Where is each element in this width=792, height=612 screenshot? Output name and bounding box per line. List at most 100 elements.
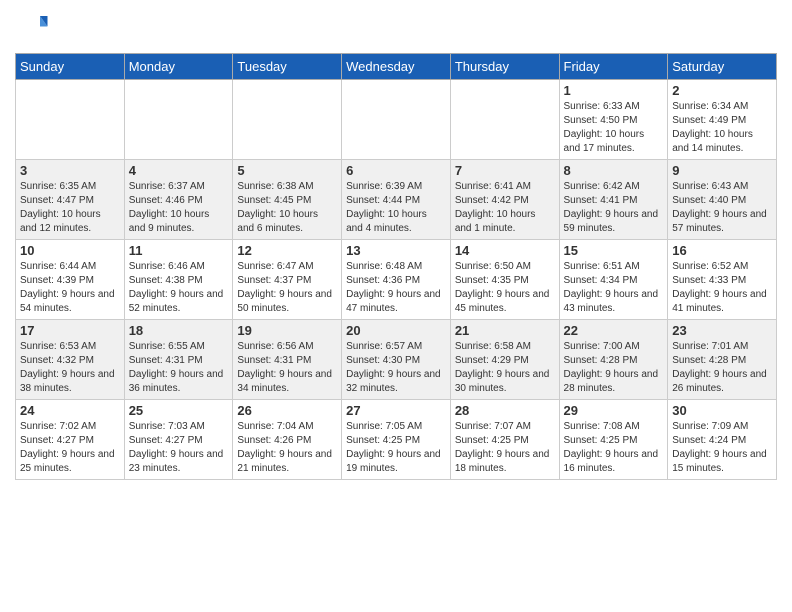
weekday-header: Wednesday	[342, 54, 451, 80]
calendar-cell: 10 Sunrise: 6:44 AM Sunset: 4:39 PM Dayli…	[16, 240, 125, 320]
calendar-cell: 5Sunrise: 6:38 AM Sunset: 4:45 PM Daylig…	[233, 160, 342, 240]
day-number: 8	[564, 163, 664, 178]
calendar-cell: 14 Sunrise: 6:50 AM Sunset: 4:35 PM Dayli…	[450, 240, 559, 320]
weekday-row: SundayMondayTuesdayWednesdayThursdayFrid…	[16, 54, 777, 80]
day-number: 26	[237, 403, 337, 418]
calendar-cell	[233, 80, 342, 160]
day-number: 28	[455, 403, 555, 418]
day-number: 4	[129, 163, 229, 178]
day-info: Sunrise: 6:35 AM Sunset: 4:47 PM Dayligh…	[20, 180, 120, 236]
calendar-row: 24 Sunrise: 7:02 AM Sunset: 4:27 PM Dayli…	[16, 400, 777, 480]
calendar-header: SundayMondayTuesdayWednesdayThursdayFrid…	[16, 54, 777, 80]
day-info: Sunrise: 7:09 AM Sunset: 4:24 PM Dayligh…	[672, 420, 772, 476]
calendar-row: 1 Sunrise: 6:33 AM Sunset: 4:50 PM Daylig…	[16, 80, 777, 160]
day-info: Sunrise: 7:03 AM Sunset: 4:27 PM Dayligh…	[129, 420, 229, 476]
day-info: Sunrise: 6:55 AM Sunset: 4:31 PM Dayligh…	[129, 340, 229, 396]
weekday-header: Sunday	[16, 54, 125, 80]
calendar-row: 3 Sunrise: 6:35 AM Sunset: 4:47 PM Daylig…	[16, 160, 777, 240]
day-info: Sunrise: 6:41 AM Sunset: 4:42 PM Dayligh…	[455, 180, 555, 236]
day-number: 29	[564, 403, 664, 418]
calendar-cell: 22 Sunrise: 7:00 AM Sunset: 4:28 PM Dayli…	[559, 320, 668, 400]
calendar-cell	[124, 80, 233, 160]
day-number: 15	[564, 243, 664, 258]
weekday-header: Friday	[559, 54, 668, 80]
day-info: Sunrise: 6:37 AM Sunset: 4:46 PM Dayligh…	[129, 180, 229, 236]
day-number: 9	[672, 163, 772, 178]
calendar-cell: 6 Sunrise: 6:39 AM Sunset: 4:44 PM Daylig…	[342, 160, 451, 240]
day-number: 13	[346, 243, 446, 258]
day-info: Sunrise: 6:56 AM Sunset: 4:31 PM Dayligh…	[237, 340, 337, 396]
day-info: Sunrise: 6:39 AM Sunset: 4:44 PM Dayligh…	[346, 180, 446, 236]
day-number: 30	[672, 403, 772, 418]
calendar-cell: 9Sunrise: 6:43 AM Sunset: 4:40 PM Daylig…	[668, 160, 777, 240]
day-number: 20	[346, 323, 446, 338]
calendar-cell	[342, 80, 451, 160]
day-info: Sunrise: 7:08 AM Sunset: 4:25 PM Dayligh…	[564, 420, 664, 476]
calendar-cell: 16Sunrise: 6:52 AM Sunset: 4:33 PM Dayli…	[668, 240, 777, 320]
day-number: 2	[672, 83, 772, 98]
day-info: Sunrise: 7:07 AM Sunset: 4:25 PM Dayligh…	[455, 420, 555, 476]
calendar-cell: 4 Sunrise: 6:37 AM Sunset: 4:46 PM Daylig…	[124, 160, 233, 240]
day-number: 22	[564, 323, 664, 338]
calendar-cell: 8Sunrise: 6:42 AM Sunset: 4:41 PM Daylig…	[559, 160, 668, 240]
day-number: 19	[237, 323, 337, 338]
day-info: Sunrise: 7:01 AM Sunset: 4:28 PM Dayligh…	[672, 340, 772, 396]
day-info: Sunrise: 6:53 AM Sunset: 4:32 PM Dayligh…	[20, 340, 120, 396]
calendar-cell: 17 Sunrise: 6:53 AM Sunset: 4:32 PM Dayli…	[16, 320, 125, 400]
logo-icon	[19, 10, 49, 40]
calendar-cell: 1 Sunrise: 6:33 AM Sunset: 4:50 PM Daylig…	[559, 80, 668, 160]
calendar-cell: 23 Sunrise: 7:01 AM Sunset: 4:28 PM Dayli…	[668, 320, 777, 400]
day-info: Sunrise: 6:48 AM Sunset: 4:36 PM Dayligh…	[346, 260, 446, 316]
day-info: Sunrise: 6:57 AM Sunset: 4:30 PM Dayligh…	[346, 340, 446, 396]
calendar-cell: 11Sunrise: 6:46 AM Sunset: 4:38 PM Dayli…	[124, 240, 233, 320]
day-number: 12	[237, 243, 337, 258]
day-info: Sunrise: 6:58 AM Sunset: 4:29 PM Dayligh…	[455, 340, 555, 396]
weekday-header: Monday	[124, 54, 233, 80]
day-info: Sunrise: 6:47 AM Sunset: 4:37 PM Dayligh…	[237, 260, 337, 316]
calendar-cell: 2 Sunrise: 6:34 AM Sunset: 4:49 PM Daylig…	[668, 80, 777, 160]
day-info: Sunrise: 6:51 AM Sunset: 4:34 PM Dayligh…	[564, 260, 664, 316]
header	[15, 10, 777, 45]
calendar-cell: 28 Sunrise: 7:07 AM Sunset: 4:25 PM Dayli…	[450, 400, 559, 480]
weekday-header: Thursday	[450, 54, 559, 80]
day-number: 14	[455, 243, 555, 258]
day-info: Sunrise: 6:46 AM Sunset: 4:38 PM Dayligh…	[129, 260, 229, 316]
calendar-cell: 19 Sunrise: 6:56 AM Sunset: 4:31 PM Dayli…	[233, 320, 342, 400]
calendar-cell: 15 Sunrise: 6:51 AM Sunset: 4:34 PM Dayli…	[559, 240, 668, 320]
day-number: 17	[20, 323, 120, 338]
day-info: Sunrise: 6:34 AM Sunset: 4:49 PM Dayligh…	[672, 100, 772, 156]
calendar-cell: 21Sunrise: 6:58 AM Sunset: 4:29 PM Dayli…	[450, 320, 559, 400]
calendar-cell: 12 Sunrise: 6:47 AM Sunset: 4:37 PM Dayli…	[233, 240, 342, 320]
day-info: Sunrise: 7:02 AM Sunset: 4:27 PM Dayligh…	[20, 420, 120, 476]
calendar-cell: 30 Sunrise: 7:09 AM Sunset: 4:24 PM Dayli…	[668, 400, 777, 480]
day-number: 3	[20, 163, 120, 178]
calendar-cell: 13 Sunrise: 6:48 AM Sunset: 4:36 PM Dayli…	[342, 240, 451, 320]
calendar-cell: 29 Sunrise: 7:08 AM Sunset: 4:25 PM Dayli…	[559, 400, 668, 480]
calendar-cell	[16, 80, 125, 160]
day-info: Sunrise: 7:05 AM Sunset: 4:25 PM Dayligh…	[346, 420, 446, 476]
calendar-cell: 18 Sunrise: 6:55 AM Sunset: 4:31 PM Dayli…	[124, 320, 233, 400]
day-number: 23	[672, 323, 772, 338]
day-number: 6	[346, 163, 446, 178]
day-info: Sunrise: 6:38 AM Sunset: 4:45 PM Dayligh…	[237, 180, 337, 236]
day-number: 24	[20, 403, 120, 418]
day-info: Sunrise: 7:04 AM Sunset: 4:26 PM Dayligh…	[237, 420, 337, 476]
calendar-cell	[450, 80, 559, 160]
calendar-cell: 25Sunrise: 7:03 AM Sunset: 4:27 PM Dayli…	[124, 400, 233, 480]
day-info: Sunrise: 6:50 AM Sunset: 4:35 PM Dayligh…	[455, 260, 555, 316]
calendar-cell: 27 Sunrise: 7:05 AM Sunset: 4:25 PM Dayli…	[342, 400, 451, 480]
day-number: 1	[564, 83, 664, 98]
day-info: Sunrise: 6:52 AM Sunset: 4:33 PM Dayligh…	[672, 260, 772, 316]
weekday-header: Tuesday	[233, 54, 342, 80]
day-number: 10	[20, 243, 120, 258]
day-info: Sunrise: 6:33 AM Sunset: 4:50 PM Dayligh…	[564, 100, 664, 156]
calendar-row: 17 Sunrise: 6:53 AM Sunset: 4:32 PM Dayli…	[16, 320, 777, 400]
day-info: Sunrise: 7:00 AM Sunset: 4:28 PM Dayligh…	[564, 340, 664, 396]
calendar-cell: 7Sunrise: 6:41 AM Sunset: 4:42 PM Daylig…	[450, 160, 559, 240]
day-number: 18	[129, 323, 229, 338]
calendar-table: SundayMondayTuesdayWednesdayThursdayFrid…	[15, 53, 777, 480]
day-number: 27	[346, 403, 446, 418]
calendar-body: 1 Sunrise: 6:33 AM Sunset: 4:50 PM Daylig…	[16, 80, 777, 480]
calendar-cell: 3 Sunrise: 6:35 AM Sunset: 4:47 PM Daylig…	[16, 160, 125, 240]
day-info: Sunrise: 6:44 AM Sunset: 4:39 PM Dayligh…	[20, 260, 120, 316]
